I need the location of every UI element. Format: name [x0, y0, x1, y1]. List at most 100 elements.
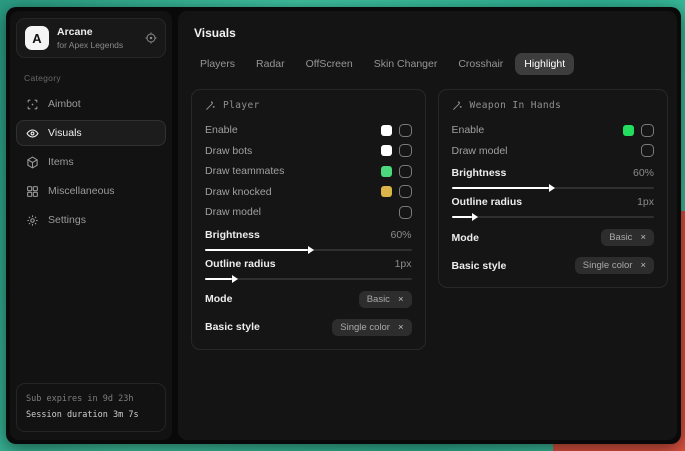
checkbox[interactable] — [641, 124, 654, 137]
sidebar-item-items[interactable]: Items — [16, 149, 166, 175]
toggle-row-draw-model: Draw model — [452, 141, 655, 162]
close-icon[interactable]: × — [398, 322, 404, 333]
tag-text: Basic — [367, 294, 390, 305]
page-title: Visuals — [194, 26, 668, 40]
checkbox[interactable] — [399, 165, 412, 178]
settings-cards: Player Enable Draw bots — [191, 89, 668, 350]
slider-thumb[interactable] — [549, 184, 555, 192]
slider-thumb[interactable] — [472, 213, 478, 221]
slider-label: Outline radius — [452, 196, 523, 208]
slider-value: 60% — [633, 167, 654, 179]
brightness-slider-block: Brightness 60% — [452, 167, 655, 189]
sidebar: A Arcane for Apex Legends Category — [10, 11, 172, 440]
checkbox[interactable] — [399, 206, 412, 219]
toggle-label: Enable — [205, 124, 238, 136]
sidebar-item-aimbot[interactable]: Aimbot — [16, 91, 166, 117]
sidebar-nav: Aimbot Visuals — [16, 91, 166, 233]
slider-track[interactable] — [205, 249, 412, 251]
gear-icon — [26, 214, 39, 227]
eye-icon — [26, 127, 39, 140]
subscription-info: Sub expires in 9d 23h Session duration 3… — [16, 383, 166, 432]
close-icon[interactable]: × — [640, 232, 646, 243]
tab-radar[interactable]: Radar — [247, 53, 294, 75]
mode-tag[interactable]: Basic × — [601, 229, 654, 246]
slider-thumb[interactable] — [232, 275, 238, 283]
category-label: Category — [24, 73, 158, 83]
tab-crosshair[interactable]: Crosshair — [449, 53, 512, 75]
sidebar-item-label: Items — [48, 156, 74, 168]
mode-select-row: Mode Basic × — [205, 291, 412, 308]
tag-text: Basic — [609, 232, 632, 243]
toggle-row-draw-bots: Draw bots — [205, 141, 412, 162]
cube-icon — [26, 156, 39, 169]
checkbox[interactable] — [641, 144, 654, 157]
sidebar-item-visuals[interactable]: Visuals — [16, 120, 166, 146]
close-icon[interactable]: × — [398, 294, 404, 305]
tab-offscreen[interactable]: OffScreen — [297, 53, 362, 75]
tag-text: Single color — [340, 322, 390, 333]
toggle-row-draw-model: Draw model — [205, 202, 412, 223]
select-label: Basic style — [452, 260, 507, 272]
slider-track[interactable] — [452, 187, 655, 189]
slider-track[interactable] — [452, 216, 655, 218]
checkbox[interactable] — [399, 144, 412, 157]
sidebar-item-miscellaneous[interactable]: Miscellaneous — [16, 178, 166, 204]
slider-track[interactable] — [205, 278, 412, 280]
tab-bar: Players Radar OffScreen Skin Changer Cro… — [191, 53, 668, 75]
toggle-label: Draw knocked — [205, 186, 272, 198]
main-panel: Visuals Players Radar OffScreen Skin Cha… — [178, 11, 677, 440]
crosshair-icon — [26, 98, 39, 111]
checkbox[interactable] — [399, 185, 412, 198]
sidebar-item-settings[interactable]: Settings — [16, 207, 166, 233]
outline-radius-slider-block: Outline radius 1px — [452, 196, 655, 218]
slider-value: 1px — [637, 196, 654, 208]
wand-icon — [205, 100, 216, 111]
toggle-label: Draw model — [452, 145, 508, 157]
basic-style-tag[interactable]: Single color × — [575, 257, 654, 274]
app-window: A Arcane for Apex Legends Category — [6, 7, 681, 444]
tab-highlight[interactable]: Highlight — [515, 53, 574, 75]
toggle-label: Draw model — [205, 206, 261, 218]
toggle-row-draw-teammates: Draw teammates — [205, 161, 412, 182]
desktop-background: A Arcane for Apex Legends Category — [0, 0, 685, 451]
checkbox[interactable] — [399, 124, 412, 137]
slider-thumb[interactable] — [308, 246, 314, 254]
app-logo: A — [25, 26, 49, 50]
weapon-card-header: Weapon In Hands — [452, 100, 655, 111]
color-swatch[interactable] — [381, 186, 392, 197]
select-label: Mode — [452, 232, 479, 244]
wand-icon — [452, 100, 463, 111]
slider-value: 1px — [395, 258, 412, 270]
color-swatch[interactable] — [381, 166, 392, 177]
weapon-in-hands-card: Weapon In Hands Enable Draw model — [438, 89, 669, 288]
player-card-header: Player — [205, 100, 412, 111]
color-swatch[interactable] — [381, 125, 392, 136]
toggle-row-enable: Enable — [452, 120, 655, 141]
sidebar-item-label: Settings — [48, 214, 86, 226]
tag-text: Single color — [583, 260, 633, 271]
app-subtitle: for Apex Legends — [57, 40, 123, 50]
app-name: Arcane — [57, 26, 123, 38]
mode-tag[interactable]: Basic × — [359, 291, 412, 308]
session-duration-text: Session duration 3m 7s — [26, 408, 156, 423]
toggle-label: Draw teammates — [205, 165, 284, 177]
mode-select-row: Mode Basic × — [452, 229, 655, 246]
color-swatch[interactable] — [623, 125, 634, 136]
slider-label: Brightness — [452, 167, 507, 179]
basic-style-tag[interactable]: Single color × — [332, 319, 411, 336]
slider-value: 60% — [390, 229, 411, 241]
target-icon[interactable] — [145, 32, 157, 44]
toggle-row-draw-knocked: Draw knocked — [205, 182, 412, 203]
select-label: Mode — [205, 293, 232, 305]
color-swatch[interactable] — [381, 145, 392, 156]
toggle-label: Draw bots — [205, 145, 252, 157]
toggle-row-enable: Enable — [205, 120, 412, 141]
tab-skin-changer[interactable]: Skin Changer — [365, 53, 447, 75]
tab-players[interactable]: Players — [191, 53, 244, 75]
select-label: Basic style — [205, 321, 260, 333]
slider-label: Brightness — [205, 229, 260, 241]
grid-icon — [26, 185, 39, 198]
sidebar-item-label: Visuals — [48, 127, 82, 139]
slider-label: Outline radius — [205, 258, 276, 270]
close-icon[interactable]: × — [640, 260, 646, 271]
